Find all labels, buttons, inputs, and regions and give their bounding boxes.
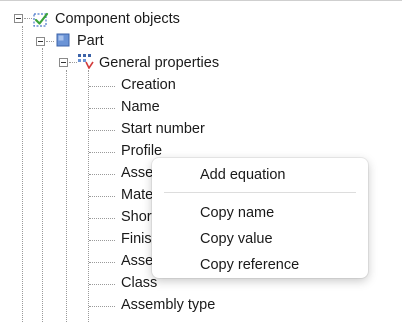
tree-connector — [66, 70, 67, 322]
tree-connector — [69, 62, 77, 63]
tree-connector — [89, 262, 115, 263]
property-assembly-type[interactable]: Assembly type — [121, 295, 215, 315]
property-group-icon — [78, 54, 94, 69]
tree-connector — [89, 306, 115, 307]
tree-connector — [46, 41, 54, 42]
tree-connector — [24, 18, 32, 19]
tree-connector — [89, 86, 115, 87]
property-start-number[interactable]: Start number — [121, 119, 205, 139]
menu-item-copy-value[interactable]: Copy value — [156, 227, 364, 251]
menu-separator — [164, 192, 356, 193]
collapse-toggle[interactable] — [59, 58, 68, 67]
collapse-toggle[interactable] — [36, 37, 45, 46]
part-cube-icon — [56, 33, 70, 47]
tree-node-part[interactable]: Part — [77, 31, 104, 51]
tree-connector — [42, 48, 43, 322]
property-class[interactable]: Class — [121, 273, 157, 293]
tree-connector — [22, 26, 23, 322]
tree-node-general-properties[interactable]: General properties — [99, 53, 219, 73]
context-menu: Add equation Copy name Copy value Copy r… — [152, 158, 368, 278]
tree-connector — [89, 152, 115, 153]
tree-connector — [89, 284, 115, 285]
collapse-toggle[interactable] — [14, 14, 23, 23]
property-short[interactable]: Short — [121, 207, 156, 227]
tree-connector — [89, 240, 115, 241]
tree-connector — [89, 218, 115, 219]
tree-node-component-objects[interactable]: Component objects — [55, 9, 180, 29]
tree-connector — [89, 196, 115, 197]
tree-connector — [89, 130, 115, 131]
property-creation[interactable]: Creation — [121, 75, 176, 95]
tree-connector — [89, 108, 115, 109]
component-objects-icon — [33, 12, 49, 27]
tree-connector — [89, 174, 115, 175]
menu-item-copy-reference[interactable]: Copy reference — [156, 253, 364, 277]
menu-item-add-equation[interactable]: Add equation — [156, 163, 364, 187]
menu-item-copy-name[interactable]: Copy name — [156, 201, 364, 225]
property-name[interactable]: Name — [121, 97, 160, 117]
property-material[interactable]: Mate — [121, 185, 153, 205]
